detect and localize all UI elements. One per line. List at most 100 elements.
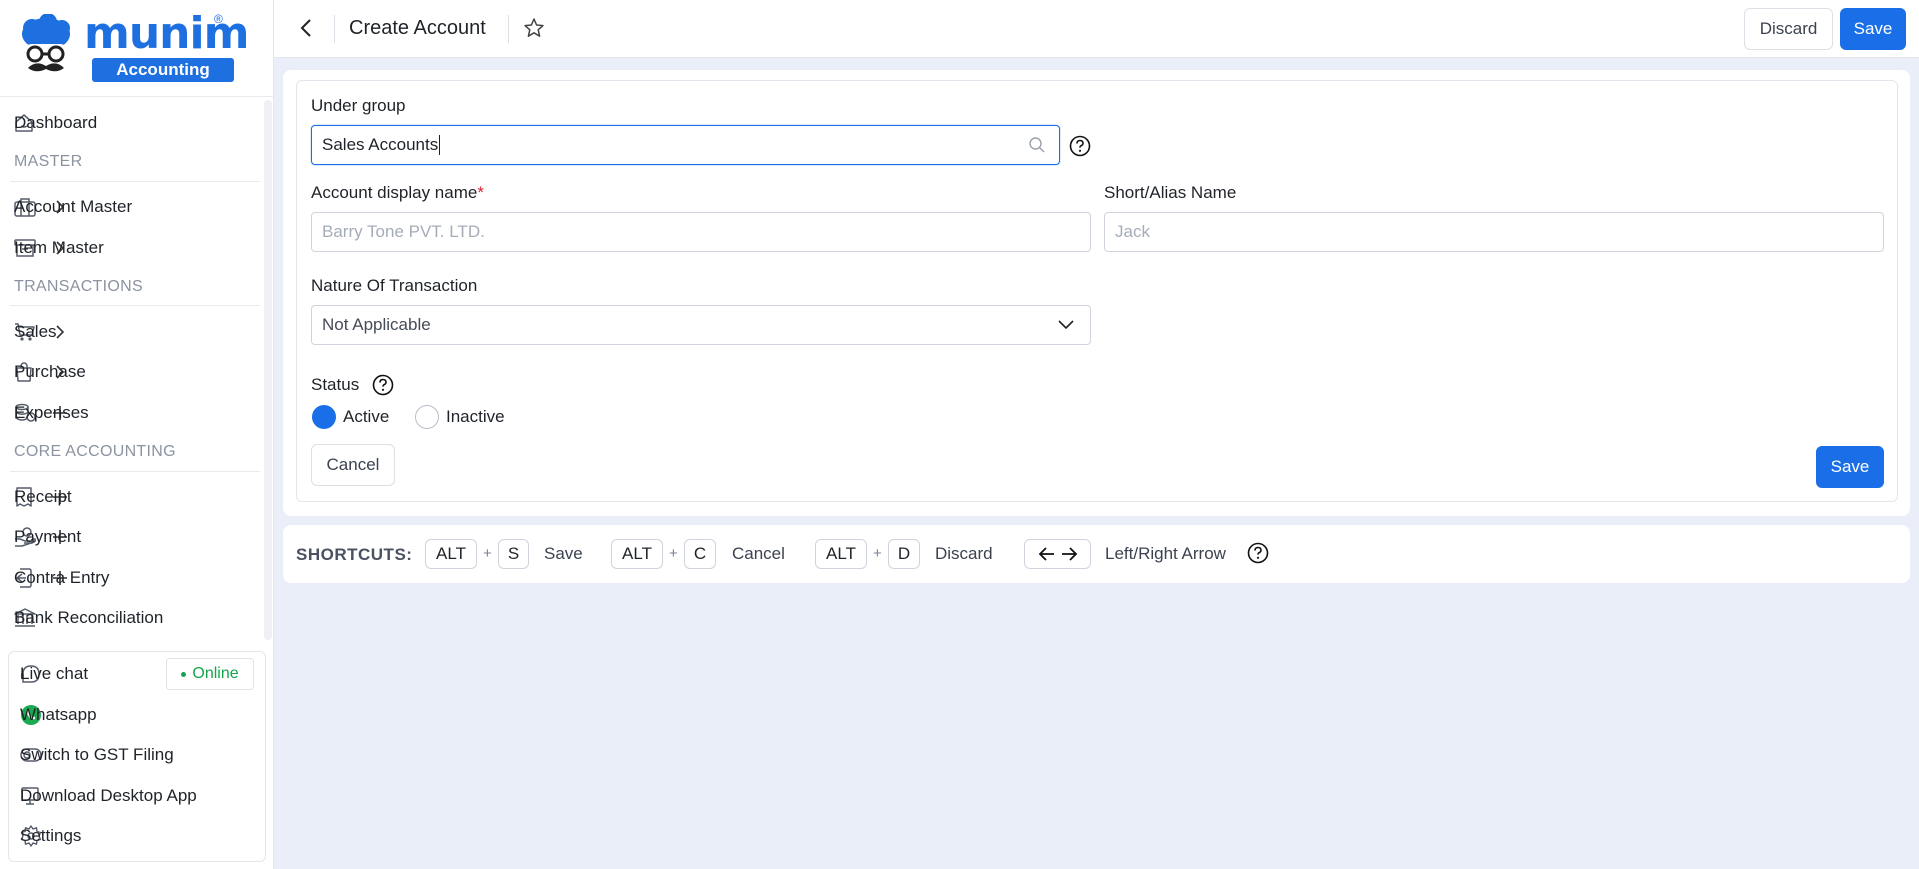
under-group-label: Under group	[311, 96, 406, 115]
cancel-button[interactable]: Cancel	[311, 444, 395, 486]
shortcuts-title: SHORTCUTS:	[296, 545, 413, 564]
nature-label: Nature Of Transaction	[311, 276, 478, 295]
sidebar-item-bank-reconciliation[interactable]: Bank Reconciliation	[14, 601, 260, 635]
sidebar-item-label: Contra Entry	[14, 568, 110, 587]
status-help-icon[interactable]	[372, 374, 394, 396]
sidebar-item-sales[interactable]: Sales	[14, 315, 260, 349]
sidebar-item-dashboard[interactable]: Dashboard	[14, 106, 260, 140]
key-arrows	[1024, 539, 1091, 569]
display-name-label-text: Account display name	[311, 183, 478, 202]
top-header: Create Account Discard Save	[274, 0, 1919, 58]
sidebar-item-label: Live chat	[20, 664, 89, 683]
search-icon[interactable]	[1027, 135, 1047, 155]
sidebar-item-label: Dashboard	[14, 113, 98, 132]
brand-badge: Accounting	[92, 58, 234, 82]
divider	[10, 305, 260, 306]
star-icon	[524, 18, 544, 37]
display-name-placeholder: Barry Tone PVT. LTD.	[322, 222, 485, 241]
sidebar-scrollbar[interactable]	[264, 100, 272, 640]
key-alt: ALT	[815, 539, 867, 569]
alias-label: Short/Alias Name	[1104, 183, 1237, 202]
shortcut-cancel-label: Cancel	[732, 544, 785, 563]
status-inactive-label: Inactive	[446, 407, 505, 426]
section-master: MASTER	[14, 153, 83, 170]
favorite-button[interactable]	[522, 16, 546, 40]
display-name-label: Account display name*	[311, 183, 484, 203]
sidebar-item-whatsapp[interactable]: Whatsapp	[20, 698, 260, 732]
divider	[10, 181, 260, 182]
divider	[10, 471, 260, 472]
section-transactions: TRANSACTIONS	[14, 278, 143, 295]
online-status-badge: Online	[166, 658, 254, 690]
alias-input[interactable]: Jack	[1104, 212, 1884, 252]
arrow-left-icon	[300, 19, 311, 37]
sidebar-item-receipt[interactable]: Receipt	[14, 480, 260, 514]
shortcuts-bar: SHORTCUTS: ALT + S Save ALT + C Cancel A…	[283, 525, 1910, 583]
sidebar-item-settings[interactable]: Settings	[20, 819, 260, 853]
registered-mark: ®	[214, 12, 223, 26]
key-d: D	[888, 539, 920, 569]
mascot-logo-icon	[22, 14, 70, 72]
key-plus: +	[873, 545, 882, 562]
sidebar-item-label: Payment	[14, 527, 82, 546]
sidebar-item-label: Purchase	[14, 362, 86, 381]
divider	[0, 96, 274, 97]
under-group-input[interactable]: Sales Accounts	[311, 125, 1060, 165]
brand-name: munim	[84, 8, 249, 59]
sidebar-item-download-desktop[interactable]: Download Desktop App	[20, 779, 260, 813]
page-title: Create Account	[349, 17, 486, 39]
sidebar-item-label: Receipt	[14, 487, 72, 506]
shortcut-save-label: Save	[544, 544, 583, 563]
form-save-button[interactable]: Save	[1816, 446, 1884, 488]
divider	[508, 15, 509, 43]
key-c: C	[684, 539, 716, 569]
key-s: S	[498, 539, 529, 569]
sidebar-item-item-master[interactable]: Item Master	[14, 231, 260, 265]
nature-selected-value: Not Applicable	[322, 315, 431, 334]
sidebar-item-account-master[interactable]: Account Master	[14, 190, 260, 224]
sidebar-item-switch-gst[interactable]: Switch to GST Filing	[20, 738, 260, 772]
alias-placeholder: Jack	[1115, 222, 1150, 241]
status-label: Status	[311, 375, 360, 394]
required-mark: *	[477, 183, 484, 202]
shortcut-discard-label: Discard	[935, 544, 993, 563]
header-save-button[interactable]: Save	[1840, 8, 1906, 50]
status-inactive-radio[interactable]	[415, 405, 439, 429]
divider	[334, 15, 335, 43]
sidebar-item-label: Account Master	[14, 197, 133, 216]
sidebar-item-label: Download Desktop App	[20, 786, 197, 805]
sidebar-item-payment[interactable]: Payment	[14, 520, 260, 554]
online-status-label: Online	[192, 665, 239, 682]
sidebar-item-contra-entry[interactable]: Contra Entry	[14, 561, 260, 595]
shortcuts-help-icon[interactable]	[1247, 542, 1269, 564]
discard-button[interactable]: Discard	[1744, 8, 1833, 50]
sidebar: munim ® Accounting Dashboard MASTER Acco…	[0, 0, 274, 869]
key-plus: +	[669, 545, 678, 562]
status-active-radio[interactable]	[312, 405, 336, 429]
key-alt: ALT	[425, 539, 477, 569]
status-active-label: Active	[343, 407, 390, 426]
sidebar-item-purchase[interactable]: Purchase	[14, 355, 260, 389]
under-group-help-icon[interactable]	[1069, 135, 1091, 157]
back-button[interactable]	[294, 16, 318, 40]
text-caret	[439, 135, 441, 155]
nature-select[interactable]: Not Applicable	[311, 305, 1091, 345]
display-name-input[interactable]: Barry Tone PVT. LTD.	[311, 212, 1091, 252]
section-core-accounting: CORE ACCOUNTING	[14, 443, 176, 460]
sidebar-item-label: Item Master	[14, 238, 104, 257]
sidebar-item-live-chat[interactable]: Live chat	[20, 657, 160, 691]
sidebar-item-label: Switch to GST Filing	[20, 745, 174, 764]
sidebar-item-label: Sales	[14, 322, 57, 341]
key-alt: ALT	[611, 539, 663, 569]
munim-logo[interactable]: munim ® Accounting	[18, 8, 249, 86]
chevron-down-icon	[1056, 315, 1076, 335]
sidebar-item-expenses[interactable]: Expenses	[14, 396, 260, 430]
online-dot-icon	[181, 671, 187, 677]
sidebar-item-label: Whatsapp	[20, 705, 97, 724]
key-plus: +	[483, 545, 492, 562]
shortcut-arrows-label: Left/Right Arrow	[1105, 544, 1226, 563]
under-group-value: Sales Accounts	[322, 135, 439, 154]
sidebar-item-label: Bank Reconciliation	[14, 608, 164, 627]
sidebar-item-label: Expenses	[14, 403, 89, 422]
left-right-arrow-icon	[1038, 547, 1077, 561]
